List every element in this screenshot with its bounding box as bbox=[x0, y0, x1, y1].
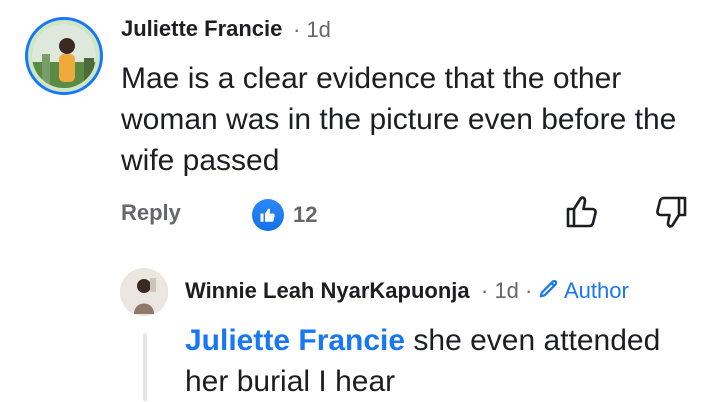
comment-text: Mae is a clear evidence that the other w… bbox=[121, 62, 677, 177]
reply-text: Juliette Francie she even attended her b… bbox=[185, 320, 705, 402]
reply-timestamp[interactable]: · 1d · bbox=[481, 278, 532, 304]
comment-timestamp[interactable]: · 1d bbox=[293, 17, 331, 43]
reply-author-name[interactable]: Winnie Leah NyarKapuonja bbox=[185, 278, 470, 304]
thumbs-down-outline-icon[interactable] bbox=[651, 192, 691, 232]
pencil-icon bbox=[538, 277, 560, 304]
thumbs-up-icon[interactable] bbox=[252, 199, 284, 231]
like-count[interactable]: 12 bbox=[293, 202, 317, 228]
commenter-avatar[interactable] bbox=[25, 17, 103, 95]
reply-button[interactable]: Reply bbox=[121, 200, 181, 226]
author-badge-label: Author bbox=[564, 277, 629, 303]
mention-link[interactable]: Juliette Francie bbox=[185, 324, 405, 357]
reply-thread-line bbox=[143, 333, 147, 401]
author-badge: Author bbox=[538, 277, 629, 304]
thumbs-up-outline-icon[interactable] bbox=[562, 192, 602, 232]
avatar-photo bbox=[32, 24, 96, 88]
commenter-name[interactable]: Juliette Francie bbox=[121, 16, 282, 42]
reply-author-avatar[interactable] bbox=[120, 268, 168, 316]
